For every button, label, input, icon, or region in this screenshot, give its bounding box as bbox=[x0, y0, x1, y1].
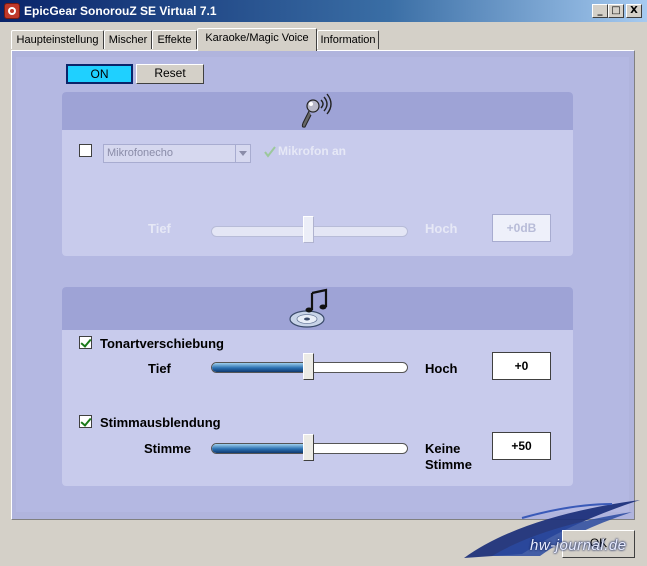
tab-effekte[interactable]: Effekte bbox=[152, 30, 197, 49]
key-shift-label: Tonartverschiebung bbox=[100, 336, 225, 351]
mic-level-value: +0dB bbox=[492, 214, 551, 242]
mic-echo-select[interactable]: Mikrofonecho bbox=[103, 144, 251, 163]
close-button[interactable]: X bbox=[626, 4, 642, 18]
key-shift-slider-thumb[interactable] bbox=[303, 353, 314, 380]
voice-fade-left-label: Stimme bbox=[144, 441, 191, 456]
checkmark-icon bbox=[264, 146, 276, 158]
tab-haupteinstellung[interactable]: Haupteinstellung bbox=[11, 30, 104, 49]
voice-fade-right-label-line2: Stimme bbox=[425, 457, 472, 472]
tab-information[interactable]: Information bbox=[317, 30, 379, 49]
voice-fade-slider-thumb[interactable] bbox=[303, 434, 314, 461]
minimize-button[interactable]: _ bbox=[592, 4, 608, 18]
music-cd-icon bbox=[289, 288, 328, 328]
watermark-text: hw-journal.de bbox=[530, 537, 627, 554]
voice-fade-label: Stimmausblendung bbox=[100, 415, 221, 430]
tab-karaoke-magic-voice[interactable]: Karaoke/Magic Voice bbox=[197, 28, 317, 51]
on-toggle-button[interactable]: ON bbox=[66, 64, 133, 84]
key-shift-slider-fill bbox=[212, 363, 310, 372]
key-shift-value: +0 bbox=[492, 352, 551, 380]
window-title: EpicGear SonorouZ SE Virtual 7.1 bbox=[24, 4, 217, 18]
microphone-icon bbox=[301, 93, 332, 128]
mic-slider-right-label: Hoch bbox=[425, 221, 458, 236]
voice-fade-value: +50 bbox=[492, 432, 551, 460]
mic-slider-left-label: Tief bbox=[148, 221, 171, 236]
mic-slider-thumb[interactable] bbox=[303, 216, 314, 243]
maximize-button[interactable]: □ bbox=[608, 4, 624, 18]
chevron-down-icon[interactable] bbox=[235, 145, 250, 162]
tab-mischer[interactable]: Mischer bbox=[104, 30, 152, 49]
reset-button[interactable]: Reset bbox=[136, 64, 204, 84]
voice-fade-right-label-line1: Keine bbox=[425, 441, 461, 456]
voice-fade-slider-fill bbox=[212, 444, 310, 453]
voice-fade-checkbox[interactable] bbox=[79, 415, 92, 428]
key-shift-left-label: Tief bbox=[148, 361, 171, 376]
mic-echo-select-value: Mikrofonecho bbox=[107, 147, 174, 159]
app-logo-icon[interactable] bbox=[4, 3, 20, 19]
key-shift-right-label: Hoch bbox=[425, 361, 458, 376]
key-shift-checkbox[interactable] bbox=[79, 336, 92, 349]
mic-echo-checkbox[interactable] bbox=[79, 144, 92, 157]
mic-on-label: Mikrofon an bbox=[278, 144, 346, 158]
